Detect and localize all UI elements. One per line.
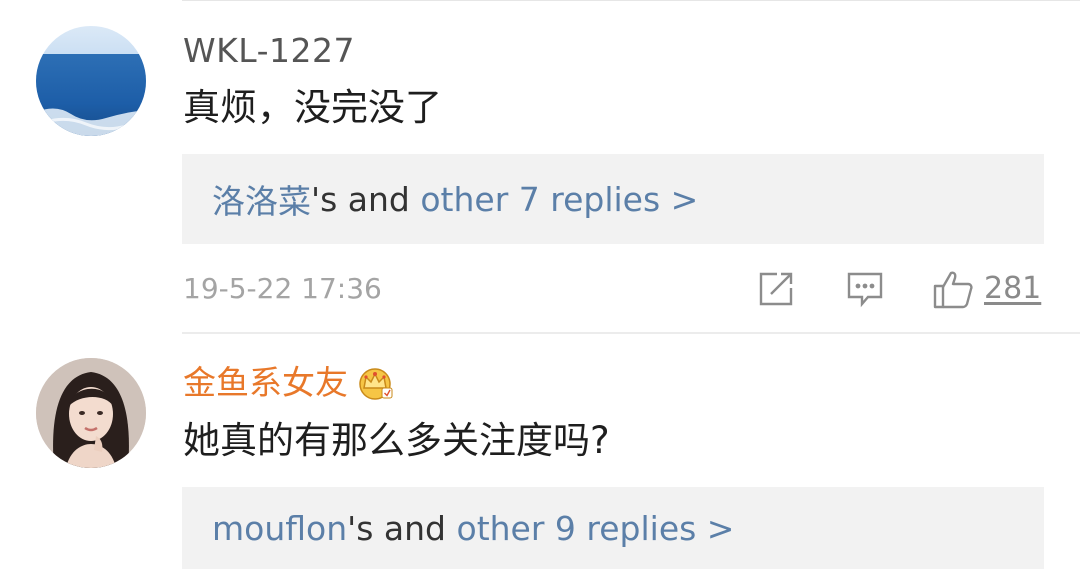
replies-connector: 's and — [347, 508, 457, 548]
comment-item: WKL-1227 真烦，没完没了 洛洛菜's and other 7 repli… — [0, 0, 1080, 333]
avatar[interactable] — [36, 26, 146, 136]
share-icon — [759, 272, 793, 306]
comment-text: 真烦，没完没了 — [183, 86, 442, 129]
username[interactable]: WKL-1227 — [183, 31, 355, 71]
timestamp: 19-5-22 17:36 — [183, 272, 382, 305]
share-button[interactable] — [757, 268, 795, 310]
like-icon — [933, 271, 973, 309]
comment-button[interactable] — [846, 268, 884, 310]
like-count[interactable]: 281 — [984, 270, 1041, 308]
replies-connector: 's and — [311, 179, 421, 219]
more-replies-link[interactable]: other 9 replies > — [457, 509, 735, 548]
avatar[interactable] — [36, 358, 146, 468]
comment-icon — [847, 272, 883, 308]
username-text[interactable]: 金鱼系女友 — [183, 363, 348, 403]
replies-summary[interactable]: 洛洛菜's and other 7 replies > — [182, 154, 1044, 244]
vip-crown-icon — [359, 368, 393, 400]
like-button[interactable]: 281 — [932, 268, 1041, 310]
replies-summary[interactable]: mouflon's and other 9 replies > — [182, 487, 1044, 569]
username[interactable]: 金鱼系女友 — [183, 363, 394, 403]
more-replies-link[interactable]: other 7 replies > — [420, 180, 698, 219]
first-replier-link[interactable]: mouflon — [212, 509, 347, 548]
comment-text: 她真的有那么多关注度吗? — [183, 419, 610, 462]
comment-item: 金鱼系女友 她真的有那么多关注度吗? mouflon's and other 9… — [0, 333, 1080, 569]
first-replier-link[interactable]: 洛洛菜 — [212, 175, 311, 223]
